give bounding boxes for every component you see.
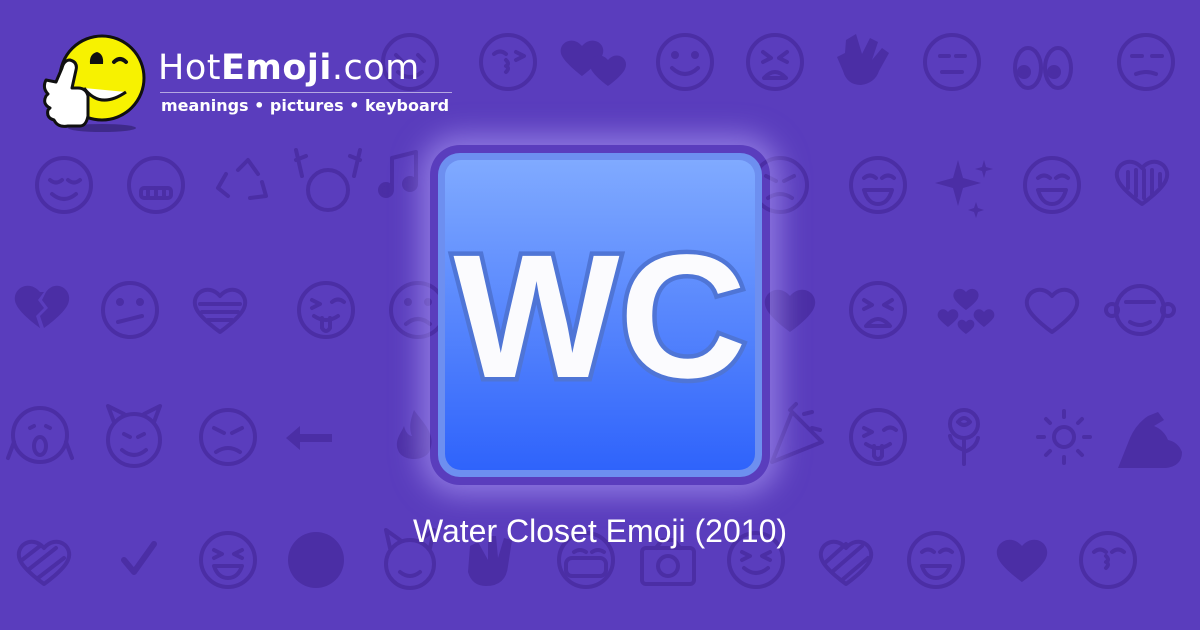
ok-hand-icon — [837, 34, 889, 85]
rose-icon — [948, 408, 980, 466]
two-hearts-icon — [560, 40, 627, 86]
tongue-wink-face-icon — [297, 281, 355, 339]
site-name: HotEmoji.com — [158, 48, 420, 88]
grinning-face-icon — [1023, 156, 1081, 214]
angry-face-icon — [199, 408, 257, 466]
expressionless-face-icon — [923, 33, 981, 91]
weary-face-icon — [746, 33, 804, 91]
striped-heart-icon — [1114, 159, 1170, 206]
grinning-face-icon — [849, 156, 907, 214]
wc-letters: WC — [453, 219, 746, 415]
raising-hands-icon — [294, 148, 362, 212]
sparkles-icon — [935, 160, 993, 218]
see-no-evil-monkey-icon — [1104, 284, 1176, 336]
kissing-wink-face-icon — [479, 33, 537, 91]
tired-face-icon — [849, 281, 907, 339]
grimacing-face-icon — [127, 156, 185, 214]
thumbs-up-wink-face-icon — [42, 34, 146, 132]
smiling-imp-icon — [106, 404, 162, 468]
striped-heart-icon — [192, 287, 248, 334]
sun-icon — [1036, 409, 1092, 465]
logo-divider — [160, 92, 452, 93]
music-notes-icon — [378, 150, 418, 198]
heart-arrow-icon — [764, 289, 816, 332]
eyes-icon — [1013, 46, 1073, 90]
tongue-wink-face-icon — [849, 408, 907, 466]
site-tagline: meanings • pictures • keyboard — [161, 96, 450, 115]
screaming-face-icon — [6, 406, 74, 464]
revolving-hearts-icon — [937, 288, 995, 334]
broken-heart-icon — [14, 285, 70, 328]
confused-face-icon — [101, 281, 159, 339]
fire-icon — [396, 410, 432, 459]
smiling-face-icon — [656, 33, 714, 91]
unamused-face-icon — [1117, 33, 1175, 91]
relieved-face-icon — [35, 156, 93, 214]
flexed-biceps-icon — [1118, 412, 1182, 468]
left-arrow-icon — [286, 426, 332, 450]
site-logo[interactable]: HotEmoji.com meanings • pictures • keybo… — [40, 34, 470, 134]
emoji-caption: Water Closet Emoji (2010) — [412, 513, 788, 549]
heart-icon — [1024, 287, 1080, 334]
recycle-icon — [216, 158, 268, 200]
water-closet-emoji-image: WC — [438, 153, 762, 477]
confetti-icon — [770, 402, 824, 464]
